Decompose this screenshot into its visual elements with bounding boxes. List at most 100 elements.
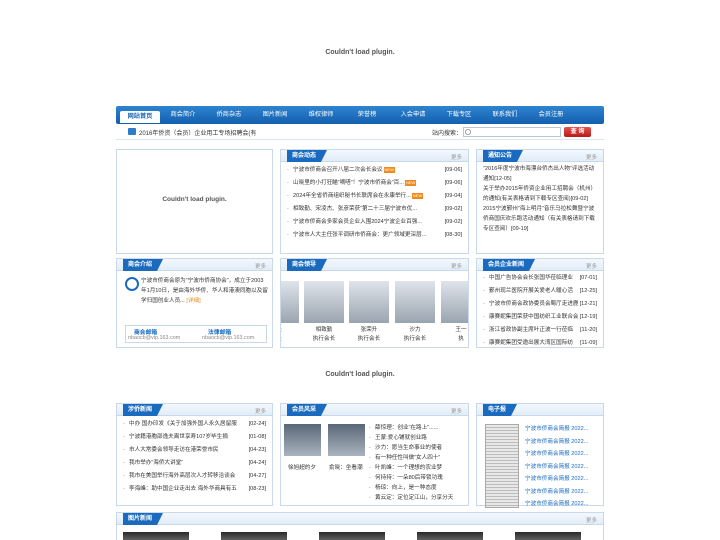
list-item-title[interactable]: 市人大常委会领导走访在港荣誉市民 xyxy=(129,447,219,453)
list-item[interactable]: 浙江省政协副主席叶正波一行莅临 [11-20] xyxy=(483,324,597,337)
leader-avatar[interactable] xyxy=(441,281,468,323)
leader-name[interactable]: 王一 xyxy=(441,325,468,333)
list-item[interactable]: 我市在美国举行海外高层次人才转移洽谈会 [04-27] xyxy=(123,470,266,483)
nav-join[interactable]: 入会申请 xyxy=(390,106,436,124)
ticker-text[interactable]: 2016年侨资（会员）企业用工专场招聘会(有 xyxy=(139,128,256,137)
leader-name[interactable]: 张荣升 xyxy=(349,325,389,333)
list-item[interactable]: 黄云定：定位定江山，分享分天 xyxy=(369,493,467,503)
list-item-title[interactable]: 2024年全省侨商组织秘书长联席会在永康举行... xyxy=(293,193,411,199)
leader-avatar[interactable] xyxy=(304,281,344,323)
list-item[interactable]: 宁波市人大主任张平调研市侨商会：更广领域更深层... [08-30] xyxy=(287,229,462,242)
leader-role: 执行会长 xyxy=(403,336,427,342)
leader-name[interactable]: 沙力 xyxy=(395,325,435,333)
leader-avatar[interactable] xyxy=(349,281,389,323)
nav-home[interactable]: 网站首页 xyxy=(120,110,160,123)
epaper-thumbnail[interactable] xyxy=(485,424,519,508)
list-item-title[interactable]: 宁波市侨商会多家会员企业入围2024宁波企业百强... xyxy=(293,219,422,225)
list-item[interactable]: 杨琼：向上，是一种态度 xyxy=(369,483,467,493)
list-item-title[interactable]: 宁波籍港胞邵逸夫离世享寿107岁毕生捐 xyxy=(129,434,228,440)
more-link[interactable]: 更多 xyxy=(255,262,266,270)
more-link[interactable]: 更多 xyxy=(586,516,597,524)
list-item-title[interactable]: 中办 国办印发《关于加强外国人永久居留服 xyxy=(129,421,237,427)
epaper-list: 宁波市侨商会简报 2022... 宁波市侨商会简报 2022... 宁波市侨商会简报… xyxy=(525,423,588,511)
nav-honor[interactable]: 荣誉榜 xyxy=(344,106,390,124)
list-item[interactable]: 中国广告协会会长张国华莅临理业 [07-01] xyxy=(483,272,597,285)
member-photo[interactable] xyxy=(284,424,321,456)
notice-item[interactable]: 2015宁波鄞州“海上明月”音乐马拉松舞暨宁波侨商国庆欢乐跑活动通知（有关表格请… xyxy=(483,204,597,234)
list-item-title[interactable]: 鄞州现兰医院开展关爱老人暖心活 xyxy=(489,288,573,294)
list-item[interactable]: 鄞州现兰医院开展关爱老人暖心活 [12-25] xyxy=(483,285,597,298)
more-link[interactable]: 更多 xyxy=(451,262,462,270)
list-item-title[interactable]: 李海峰：助中国企业走出去 海外华商具有五 xyxy=(129,486,237,492)
pic-news-thumbnail[interactable] xyxy=(221,532,287,540)
nav-download[interactable]: 下载专区 xyxy=(436,106,482,124)
list-item[interactable]: 康赛妮集团荣获中国纺织工业联合会[12-19] xyxy=(483,311,597,324)
leader-name[interactable]: 长 xyxy=(281,325,299,333)
list-item[interactable]: 山晓里的小打狂瞄“嘀嗒”！宁波市侨商会“百...NEW [09-06] xyxy=(287,177,462,190)
search-icon xyxy=(465,129,471,135)
nav-about[interactable]: 商会简介 xyxy=(160,106,206,124)
list-item[interactable]: 2024年全省侨商组织秘书长联席会在永康举行...NEW [09-04] xyxy=(287,190,462,203)
more-link[interactable]: 更多 xyxy=(451,407,462,415)
pic-news-thumbnail[interactable] xyxy=(515,532,581,540)
list-item[interactable]: 薛惊理：创业“在路上”...... xyxy=(369,423,467,433)
pic-news-thumbnail[interactable] xyxy=(123,532,189,540)
nav-magazine[interactable]: 侨商杂志 xyxy=(206,106,252,124)
photo-caption[interactable]: 徐旭超的夕 xyxy=(288,463,316,471)
leader-avatar[interactable] xyxy=(281,281,299,323)
list-item[interactable]: 何持持：一朵80后带锁功瑰 xyxy=(369,473,467,483)
epaper-item[interactable]: 宁波市侨商会简报 2022... xyxy=(525,423,588,436)
list-item[interactable]: 我市举办“海侨大讲堂” [04-24] xyxy=(123,457,266,470)
list-item[interactable]: 宁波市侨商会政协委员会蜀厅走进鹿[12-21] xyxy=(483,298,597,311)
pic-news-thumbnail[interactable] xyxy=(417,532,483,540)
panel-title: 商会领导 xyxy=(287,259,328,271)
more-link[interactable]: 更多 xyxy=(451,153,462,161)
nav-register[interactable]: 会员注册 xyxy=(528,106,574,124)
more-link[interactable]: 更多 xyxy=(255,407,266,415)
list-item-title[interactable]: 山晓里的小打狂瞄“嘀嗒”！宁波市侨商会“百... xyxy=(293,180,404,186)
list-item-title[interactable]: 宁波市侨商会召开八届二次会长会议 xyxy=(293,167,383,173)
notice-item[interactable]: “2016年度宁波市海漂台侨杰出人物”评选活动通知[12-05] xyxy=(483,164,597,184)
list-item[interactable]: 市人大常委会领导走访在港荣誉市民 [04-23] xyxy=(123,444,266,457)
epaper-item[interactable]: 宁波市侨商会简报 2022... xyxy=(525,461,588,474)
list-item[interactable]: 宁波市侨商会召开八届二次会长会议NEW [09-06] xyxy=(287,164,462,177)
list-item[interactable]: 王蒙:爱心铺就创业路 xyxy=(369,433,467,443)
epaper-item[interactable]: 宁波市侨商会简报 2022... xyxy=(525,473,588,486)
list-item[interactable]: 有一种任性叫做“女人四十” xyxy=(369,453,467,463)
leader-name[interactable]: 相致勤 xyxy=(304,325,344,333)
list-item-title[interactable]: 我市在美国举行海外高层次人才转移洽谈会 xyxy=(129,473,235,479)
list-item-title[interactable]: 康赛妮集团受邀出展大湾区国际纺 xyxy=(489,340,573,346)
pic-news-thumbnail[interactable] xyxy=(319,532,385,540)
list-item[interactable]: 李海峰：助中国企业走出去 海外华商具有五 [08-23] xyxy=(123,483,266,496)
member-photo[interactable] xyxy=(328,424,365,456)
list-item[interactable]: 沙力：愿当生命事业的使者 xyxy=(369,443,467,453)
list-item[interactable]: 叶凯峰：一个理想的农业梦 xyxy=(369,463,467,473)
list-item[interactable]: 宁波籍港胞邵逸夫离世享寿107岁毕生捐 [01-08] xyxy=(123,431,266,444)
photo-caption[interactable]: 俞晓：坐看潮 xyxy=(329,463,363,471)
search-button[interactable]: 查 询 xyxy=(564,127,591,137)
epaper-item[interactable]: 宁波市侨商会简报 2022... xyxy=(525,448,588,461)
epaper-item[interactable]: 宁波市侨商会简报 2022... xyxy=(525,498,588,511)
nav-photo-news[interactable]: 图片新闻 xyxy=(252,106,298,124)
list-item-title[interactable]: 浙江省政协副主席叶正波一行莅临 xyxy=(489,327,573,333)
list-item[interactable]: 康赛妮集团受邀出展大湾区国际纺 [11-09] xyxy=(483,337,597,347)
more-link[interactable]: 更多 xyxy=(586,262,597,270)
list-item-title[interactable]: 中国广告协会会长张国华莅临理业 xyxy=(489,275,573,281)
notice-item[interactable]: 关于举办2015年侨资企业用工招聘会（机州）的通知(有关表格请到下载专区查阅)[… xyxy=(483,184,597,204)
more-link[interactable]: 更多 xyxy=(586,153,597,161)
epaper-item[interactable]: 宁波市侨商会简报 2022... xyxy=(525,436,588,449)
list-item-title[interactable]: 我市举办“海侨大讲堂” xyxy=(129,460,183,466)
list-item-title[interactable]: 宁波市人大主任张平调研市侨商会：更广领域更深层... xyxy=(293,232,426,238)
list-item-title[interactable]: 康赛妮集团荣获中国纺织工业联合会 xyxy=(489,314,579,320)
list-item-title[interactable]: 宁波市侨商会政协委员会蜀厅走进鹿 xyxy=(489,301,579,307)
nav-contact[interactable]: 联系我们 xyxy=(482,106,528,124)
list-item[interactable]: 相致勤、宋凌杰、张彦荣获“第二十三届宁波市优... [09-02] xyxy=(287,203,462,216)
list-item[interactable]: 中办 国办印发《关于加强外国人永久居留服 [02-24] xyxy=(123,418,266,431)
nav-lawyer[interactable]: 维权律师 xyxy=(298,106,344,124)
epaper-item[interactable]: 宁波市侨商会简报 2022... xyxy=(525,486,588,499)
list-item[interactable]: 宁波市侨商会多家会员企业入围2024宁波企业百强... [09-02] xyxy=(287,216,462,229)
leader-avatar[interactable] xyxy=(395,281,435,323)
detail-link[interactable]: [详细] xyxy=(186,298,200,304)
list-item-title[interactable]: 相致勤、宋凌杰、张彦荣获“第二十三届宁波市优... xyxy=(293,206,417,212)
search-input[interactable] xyxy=(463,127,561,137)
